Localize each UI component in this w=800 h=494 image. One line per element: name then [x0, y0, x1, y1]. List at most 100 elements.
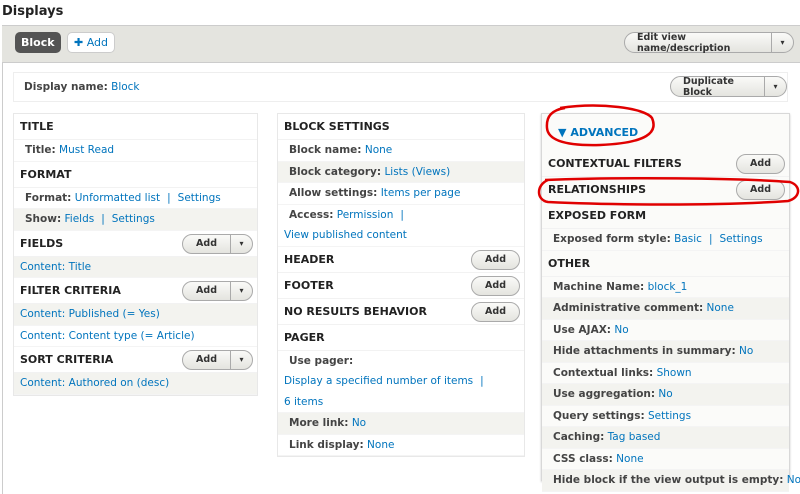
setting-link[interactable]: Fields: [65, 213, 95, 225]
setting-link[interactable]: No: [614, 324, 628, 336]
edit-view-name-label: Edit view name/description: [637, 31, 731, 54]
setting-link[interactable]: No: [787, 474, 800, 486]
setting-link[interactable]: Settings: [720, 233, 763, 245]
setting-line: Content: Title: [20, 257, 257, 278]
setting-label: CSS class:: [553, 452, 613, 465]
left-column: TITLE Title: Must Read FORMAT Format: Unfor…: [13, 113, 258, 396]
setting-line: More link: No: [289, 413, 524, 434]
section-title: FILTER CRITERIA: [20, 284, 121, 297]
setting-row: More link: No: [278, 413, 524, 435]
section-header-sort-criteria: SORT CRITERIA Add ▾: [14, 347, 257, 373]
setting-label: Administrative comment:: [553, 302, 704, 314]
setting-row: Use pager: Display a specified number of…: [278, 351, 524, 413]
display-name-bar: Display name: Block Duplicate Block ▾: [13, 72, 788, 102]
setting-row: Caching: Tag based: [542, 427, 789, 449]
edit-view-name-button[interactable]: Edit view name/description ▾: [624, 31, 794, 54]
section-title: EXPOSED FORM: [548, 209, 647, 222]
add-header-button[interactable]: Add: [471, 249, 520, 270]
setting-link[interactable]: No: [352, 417, 366, 429]
setting-row: Use aggregation: No: [542, 384, 789, 406]
setting-line: Content: Published (= Yes): [20, 304, 257, 325]
add-footer-button[interactable]: Add: [471, 275, 520, 296]
add-contextual-filters-button[interactable]: Add: [736, 154, 785, 174]
setting-link[interactable]: None: [707, 302, 734, 314]
chevron-down-icon[interactable]: ▾: [771, 33, 793, 52]
add-filter-criteria-button[interactable]: Add ▾: [182, 281, 253, 301]
setting-row: Format: Unformatted list | Settings: [14, 188, 257, 209]
setting-link[interactable]: No: [739, 345, 753, 357]
section-header-relationships: RELATIONSHIPS Add: [542, 177, 789, 203]
setting-link[interactable]: Content: Content type (= Article): [20, 330, 195, 342]
section-title: PAGER: [284, 330, 325, 344]
setting-label: Title:: [25, 144, 56, 156]
setting-row: Content: Content type (= Article): [14, 326, 257, 347]
setting-link[interactable]: Shown: [657, 367, 692, 379]
setting-row: Use AJAX: No: [542, 320, 789, 341]
section-title: TITLE: [20, 120, 54, 133]
setting-row: Hide block if the view output is empty: …: [542, 470, 800, 492]
section-header-pager: PAGER: [278, 325, 524, 351]
triangle-down-icon: ▼: [558, 126, 567, 139]
add-display-button[interactable]: ✚ Add: [67, 32, 116, 53]
setting-link[interactable]: Settings: [648, 410, 691, 422]
setting-link[interactable]: 6 items: [284, 396, 323, 408]
section-header-exposed-form: EXPOSED FORM: [542, 203, 789, 229]
add-no-results-behavior-button[interactable]: Add: [471, 301, 520, 322]
section-title: BLOCK SETTINGS: [284, 120, 390, 133]
setting-line: Display a specified number of items |: [284, 371, 524, 392]
setting-line: Use AJAX: No: [553, 320, 789, 341]
setting-link[interactable]: No: [658, 388, 672, 400]
setting-label: More link:: [289, 417, 349, 429]
setting-label: Machine Name:: [553, 280, 645, 293]
setting-line: Use aggregation: No: [553, 384, 789, 405]
duplicate-block-button[interactable]: Duplicate Block ▾: [670, 76, 787, 98]
setting-link[interactable]: Permission: [337, 209, 394, 221]
add-sort-criteria-button[interactable]: Add ▾: [182, 350, 253, 370]
setting-row: Content: Authored on (desc): [14, 373, 257, 395]
setting-link[interactable]: None: [365, 144, 392, 156]
add-relationships-button[interactable]: Add: [736, 180, 785, 200]
setting-link[interactable]: Display a specified number of items: [284, 375, 473, 387]
chevron-down-icon[interactable]: ▾: [230, 282, 252, 300]
setting-link[interactable]: Must Read: [59, 144, 114, 156]
setting-link[interactable]: Settings: [112, 213, 155, 225]
setting-link[interactable]: Content: Authored on (desc): [20, 377, 169, 389]
setting-link[interactable]: None: [616, 453, 643, 465]
setting-link[interactable]: None: [367, 439, 394, 451]
section-title: HEADER: [284, 252, 335, 266]
chevron-down-icon[interactable]: ▾: [230, 234, 252, 253]
setting-link[interactable]: Content: Title: [20, 261, 91, 273]
chevron-down-icon[interactable]: ▾: [230, 351, 252, 369]
add-button-label: Add: [196, 285, 217, 296]
advanced-toggle[interactable]: ▼ ADVANCED: [542, 114, 789, 151]
setting-link[interactable]: Tag based: [608, 431, 661, 443]
setting-link[interactable]: Unformatted list: [75, 192, 160, 204]
setting-link[interactable]: Content: Published (= Yes): [20, 308, 160, 320]
add-fields-button[interactable]: Add ▾: [182, 233, 253, 254]
section-title: RELATIONSHIPS: [548, 183, 647, 196]
advanced-column: ▼ ADVANCED CONTEXTUAL FILTERS Add RELATION…: [541, 113, 800, 492]
setting-link[interactable]: Lists (Views): [384, 166, 450, 178]
section-header-other: OTHER: [542, 251, 789, 277]
setting-line: Query settings: Settings: [553, 406, 789, 427]
setting-line: Content: Content type (= Article): [20, 326, 257, 347]
setting-link[interactable]: Items per page: [381, 187, 461, 199]
setting-line: Administrative comment: None: [553, 298, 789, 319]
setting-link[interactable]: block_1: [648, 281, 688, 293]
display-name-link[interactable]: Block: [111, 81, 139, 93]
add-display-label: Add: [86, 36, 109, 49]
setting-label: Query settings:: [553, 409, 645, 422]
chevron-down-icon[interactable]: ▾: [764, 77, 786, 96]
setting-link[interactable]: View published content: [284, 229, 407, 241]
tab-block-display[interactable]: Block: [15, 32, 61, 53]
setting-line: Allow settings: Items per page: [289, 183, 524, 204]
setting-row: Query settings: Settings: [542, 406, 789, 427]
setting-row: Block category: Lists (Views): [278, 161, 524, 183]
setting-line: Machine Name: block_1: [553, 277, 789, 298]
setting-link[interactable]: Basic: [674, 233, 702, 245]
setting-link[interactable]: Settings: [178, 192, 221, 204]
setting-line: Use pager:: [289, 351, 524, 372]
page-title: Displays: [2, 4, 64, 19]
setting-label: Caching:: [553, 431, 605, 443]
setting-line: Link display: None: [289, 435, 524, 456]
